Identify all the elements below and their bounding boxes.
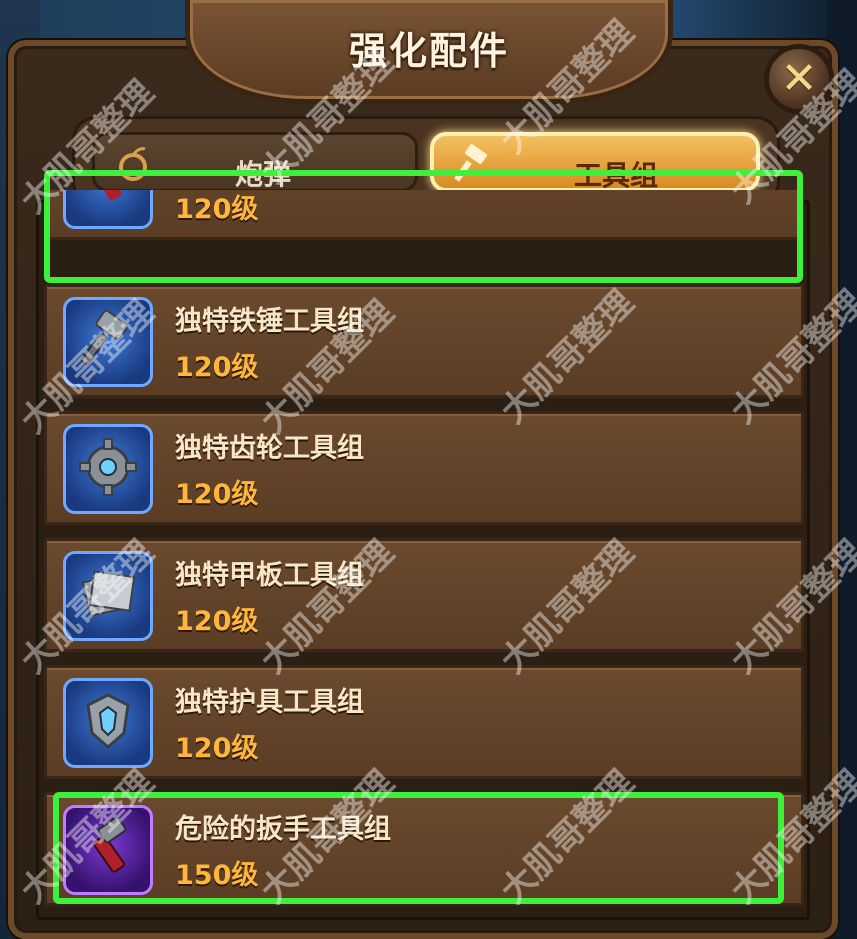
list-item[interactable]: 独特齿轮工具组 120级 <box>44 411 804 525</box>
item-level: 120级 <box>175 352 259 383</box>
hammer-icon <box>76 308 140 376</box>
list-item[interactable]: 独特甲板工具组 120级 <box>44 538 804 652</box>
title-plate: 强化配件 <box>185 0 673 104</box>
close-button[interactable]: ✕ <box>764 44 834 114</box>
shield-icon <box>76 689 140 757</box>
item-name: 独特护具工具组 <box>175 687 364 718</box>
item-name: 独特齿轮工具组 <box>175 433 364 464</box>
highlight-box-top <box>44 170 803 283</box>
highlight-box-bottom <box>53 792 784 904</box>
dialog-title: 强化配件 <box>348 29 509 73</box>
list-item[interactable]: 独特护具工具组 120级 <box>44 665 804 779</box>
item-icon-frame <box>63 678 153 768</box>
item-icon-frame <box>63 297 153 387</box>
item-name: 独特铁锤工具组 <box>175 306 364 337</box>
gear-icon <box>76 435 140 503</box>
item-icon-frame <box>63 424 153 514</box>
plate-icon <box>76 562 140 630</box>
item-name: 独特甲板工具组 <box>175 560 364 591</box>
item-level: 120级 <box>175 479 259 510</box>
item-level: 120级 <box>175 606 259 637</box>
close-x-icon: ✕ <box>780 53 818 104</box>
item-icon-frame <box>63 551 153 641</box>
list-item[interactable]: 独特铁锤工具组 120级 <box>44 284 804 398</box>
item-level: 120级 <box>175 733 259 764</box>
